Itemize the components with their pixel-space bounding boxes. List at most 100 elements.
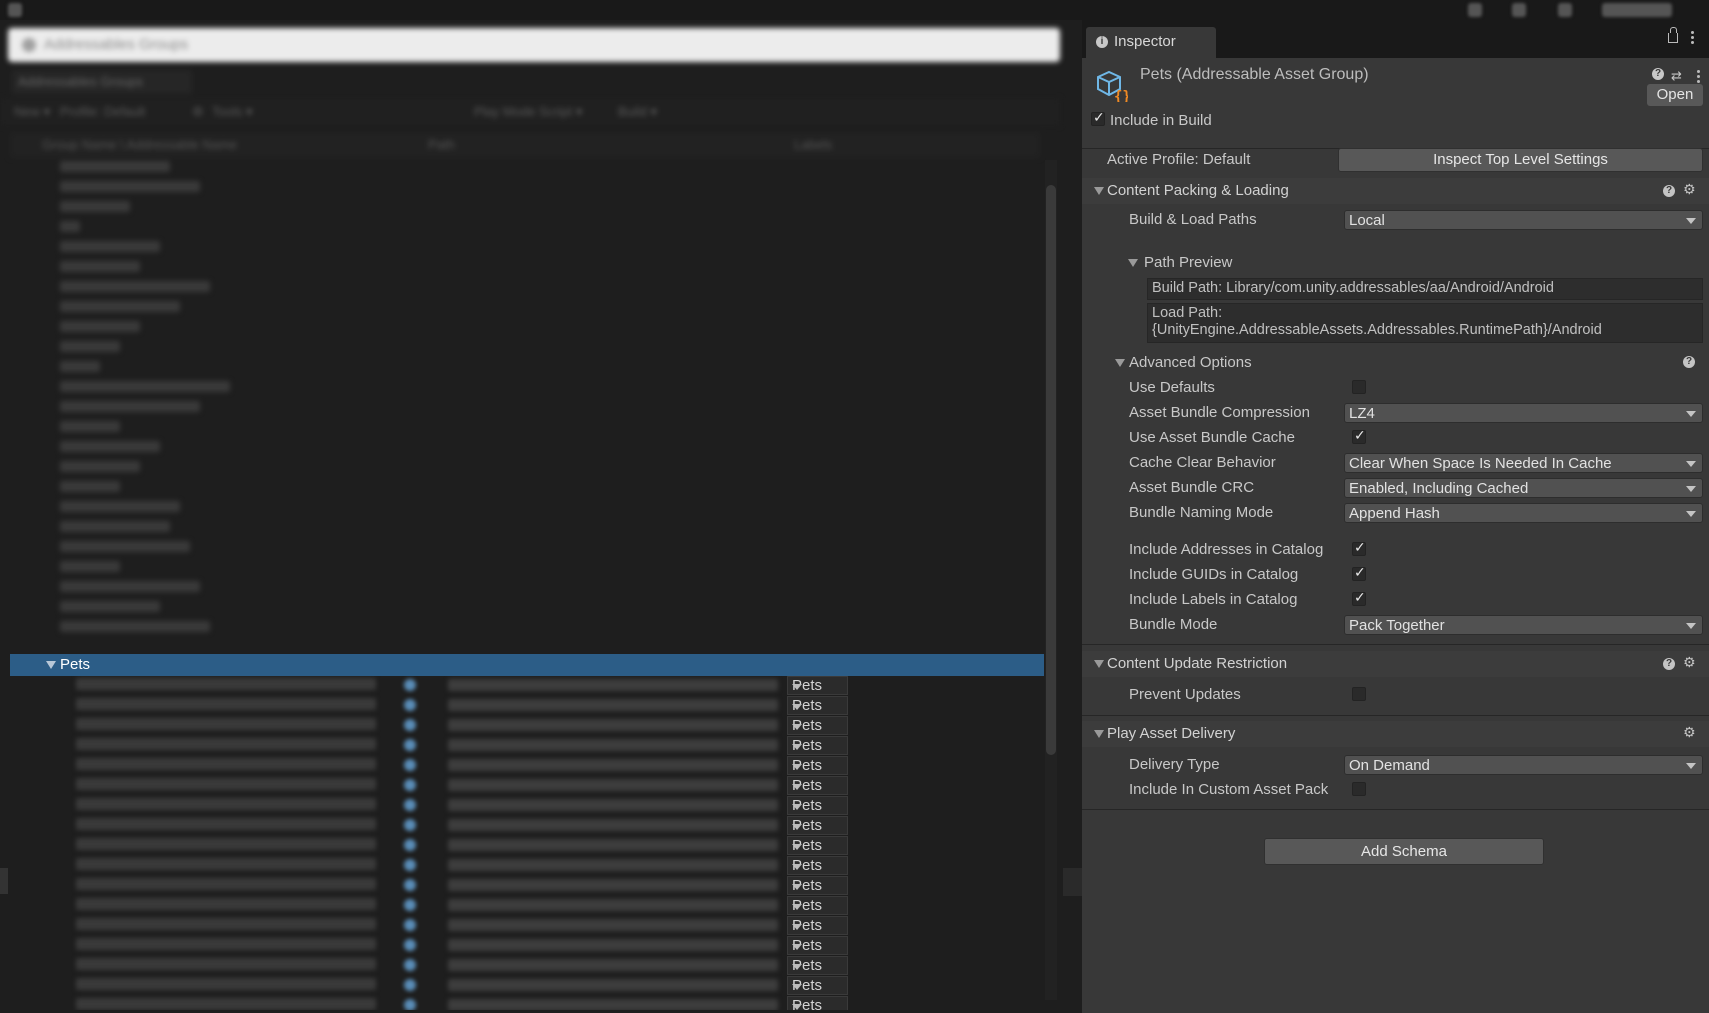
column-labels[interactable]: Labels	[794, 137, 832, 152]
group-row[interactable]	[0, 260, 1040, 278]
collapse-arrow-icon[interactable]	[1115, 359, 1125, 367]
group-row[interactable]	[0, 280, 1040, 298]
collapse-arrow-icon[interactable]	[1094, 730, 1104, 738]
help-icon[interactable]: ?	[1663, 185, 1675, 197]
labels-dropdown[interactable]: Pets	[787, 696, 848, 715]
group-row[interactable]	[0, 180, 1040, 198]
section-content-update[interactable]: Content Update Restriction ? ⚙	[1082, 651, 1709, 677]
inspect-top-level-settings-button[interactable]: Inspect Top Level Settings	[1338, 148, 1703, 172]
group-row[interactable]	[0, 200, 1040, 218]
group-row[interactable]	[0, 360, 1040, 378]
tab-inspector[interactable]: i Inspector	[1086, 27, 1216, 58]
compression-dropdown[interactable]: LZ4	[1344, 403, 1703, 423]
asset-entry-row[interactable]: Pets	[0, 736, 1045, 756]
history-icon[interactable]	[1512, 3, 1526, 17]
groups-scrollbar-thumb[interactable]	[1046, 185, 1056, 755]
labels-dropdown[interactable]: Pets	[787, 756, 848, 775]
window-title-bar[interactable]: Addressables Groups	[8, 28, 1060, 62]
help-icon[interactable]: ?	[1663, 658, 1675, 670]
asset-entry-row[interactable]: Pets	[0, 996, 1045, 1010]
labels-dropdown[interactable]: Pets	[787, 956, 848, 975]
asset-entry-row[interactable]: Pets	[0, 936, 1045, 956]
asset-entry-row[interactable]: Pets	[0, 716, 1045, 736]
labels-dropdown[interactable]: Pets	[787, 856, 848, 875]
gear-icon[interactable]: ⚙	[1683, 656, 1697, 670]
group-row[interactable]	[0, 320, 1040, 338]
tools-menu[interactable]: Tools ▾	[212, 104, 253, 120]
menu-icon[interactable]	[8, 3, 22, 17]
asset-entry-row[interactable]: Pets	[0, 956, 1045, 976]
asset-entry-row[interactable]: Pets	[0, 676, 1045, 696]
section-content-packing[interactable]: Content Packing & Loading ? ⚙	[1082, 178, 1709, 204]
settings-icon[interactable]: ⚙	[192, 104, 204, 120]
cache-clear-dropdown[interactable]: Clear When Space Is Needed In Cache	[1344, 453, 1703, 473]
group-row[interactable]	[0, 160, 1040, 178]
bundle-mode-dropdown[interactable]: Pack Together	[1344, 615, 1703, 635]
collapse-arrow-icon[interactable]	[1128, 259, 1138, 267]
use-defaults-checkbox[interactable]	[1352, 380, 1366, 394]
labels-dropdown[interactable]: Pets	[787, 876, 848, 895]
side-handle[interactable]	[0, 868, 8, 894]
column-group-name[interactable]: Group Name \ Addressable Name	[42, 137, 237, 152]
new-menu[interactable]: New ▾	[14, 104, 50, 120]
custom-asset-pack-checkbox[interactable]	[1352, 782, 1366, 796]
group-row[interactable]	[0, 440, 1040, 458]
use-cache-checkbox[interactable]	[1352, 428, 1366, 444]
asset-entry-row[interactable]: Pets	[0, 776, 1045, 796]
include-in-build-checkbox[interactable]	[1091, 110, 1105, 126]
lock-icon[interactable]	[1668, 27, 1678, 43]
group-row[interactable]	[0, 380, 1040, 398]
group-row[interactable]	[0, 560, 1040, 578]
asset-entry-row[interactable]: Pets	[0, 756, 1045, 776]
preset-icon[interactable]: ⇄	[1671, 68, 1682, 84]
labels-dropdown[interactable]: Pets	[787, 776, 848, 795]
asset-entry-row[interactable]: Pets	[0, 836, 1045, 856]
asset-entry-row[interactable]: Pets	[0, 916, 1045, 936]
collapse-arrow-icon[interactable]	[1094, 187, 1104, 195]
collapse-arrow-icon[interactable]	[1094, 660, 1104, 668]
group-row[interactable]	[0, 480, 1040, 498]
group-row[interactable]	[0, 420, 1040, 438]
group-row[interactable]	[0, 400, 1040, 418]
tab-addressables-groups[interactable]: Addressables Groups	[12, 70, 192, 94]
prevent-updates-checkbox[interactable]	[1352, 687, 1366, 701]
include-labels-checkbox[interactable]	[1352, 590, 1366, 606]
group-row-pets[interactable]: Pets	[10, 654, 1044, 676]
play-mode-script-menu[interactable]: Play Mode Script ▾	[474, 104, 582, 120]
include-addresses-checkbox[interactable]	[1352, 540, 1366, 556]
labels-dropdown[interactable]: Pets	[787, 996, 848, 1010]
asset-entry-row[interactable]: Pets	[0, 856, 1045, 876]
asset-entry-row[interactable]: Pets	[0, 816, 1045, 836]
add-schema-button[interactable]: Add Schema	[1264, 838, 1544, 865]
group-row[interactable]	[0, 240, 1040, 258]
search-icon[interactable]	[1558, 3, 1572, 17]
labels-dropdown[interactable]: Pets	[787, 836, 848, 855]
labels-dropdown[interactable]: Pets	[787, 976, 848, 995]
help-icon[interactable]: ?	[1683, 356, 1695, 368]
labels-dropdown[interactable]: Pets	[787, 796, 848, 815]
crc-dropdown[interactable]: Enabled, Including Cached	[1344, 478, 1703, 498]
asset-entry-row[interactable]: Pets	[0, 976, 1045, 996]
side-handle[interactable]	[1063, 868, 1083, 896]
profile-menu[interactable]: Profile: Default	[60, 104, 145, 119]
open-button[interactable]: Open	[1647, 84, 1703, 106]
group-row[interactable]	[0, 340, 1040, 358]
group-row[interactable]	[0, 460, 1040, 478]
labels-dropdown[interactable]: Pets	[787, 896, 848, 915]
group-row[interactable]	[0, 500, 1040, 518]
asset-entry-row[interactable]: Pets	[0, 896, 1045, 916]
labels-dropdown[interactable]: Pets	[787, 916, 848, 935]
labels-dropdown[interactable]: Pets	[787, 936, 848, 955]
delivery-type-dropdown[interactable]: On Demand	[1344, 755, 1703, 775]
include-guids-checkbox[interactable]	[1352, 565, 1366, 581]
naming-dropdown[interactable]: Append Hash	[1344, 503, 1703, 523]
group-row[interactable]	[0, 520, 1040, 538]
gear-icon[interactable]: ⚙	[1683, 726, 1697, 740]
gear-icon[interactable]: ⚙	[1683, 183, 1697, 197]
expand-arrow-icon[interactable]	[46, 661, 56, 669]
labels-dropdown[interactable]: Pets	[787, 736, 848, 755]
layers-dropdown[interactable]	[1602, 3, 1672, 17]
asset-entry-row[interactable]: Pets	[0, 796, 1045, 816]
labels-dropdown[interactable]: Pets	[787, 716, 848, 735]
kebab-menu-icon[interactable]	[1691, 31, 1694, 46]
